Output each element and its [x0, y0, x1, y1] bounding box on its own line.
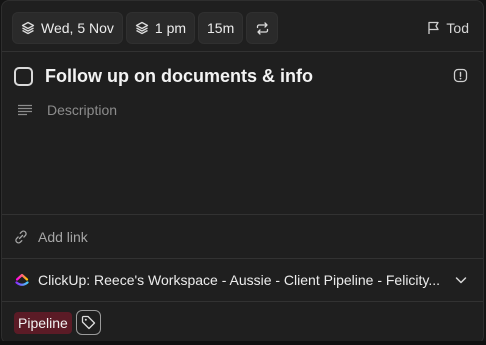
- date-label: Wed, 5 Nov: [41, 20, 114, 36]
- time-button[interactable]: 1 pm: [125, 12, 196, 44]
- info-icon[interactable]: [453, 68, 468, 83]
- chevron-down-icon[interactable]: [454, 273, 468, 287]
- duration-button[interactable]: 15m: [198, 12, 244, 44]
- description-field[interactable]: Description: [2, 100, 483, 120]
- divider: [2, 258, 483, 259]
- task-complete-checkbox[interactable]: [14, 66, 33, 86]
- divider: [2, 51, 483, 52]
- tag-pipeline[interactable]: Pipeline: [14, 311, 72, 334]
- background-strip: [0, 341, 486, 345]
- clickup-logo-icon: [15, 273, 29, 286]
- tag-icon: [81, 315, 95, 330]
- flag-icon: [428, 21, 440, 34]
- task-title-row: Follow up on documents & info: [2, 61, 483, 91]
- repeat-icon: [256, 21, 268, 35]
- task-location-select[interactable]: ClickUp: Reece's Workspace - Aussie - Cl…: [2, 269, 483, 291]
- priority-button[interactable]: Tod: [427, 20, 469, 36]
- layers-icon: [135, 21, 149, 35]
- task-detail-panel: Wed, 5 Nov 1 pm 15m Tod Follow up on doc…: [1, 0, 484, 344]
- add-link-label: Add link: [38, 229, 88, 245]
- task-location-label: ClickUp: Reece's Workspace - Aussie - Cl…: [38, 272, 441, 288]
- task-title[interactable]: Follow up on documents & info: [45, 66, 313, 87]
- link-icon: [15, 230, 27, 244]
- duration-label: 15m: [207, 20, 235, 36]
- repeat-button[interactable]: [246, 12, 279, 44]
- description-lines-icon: [18, 104, 32, 116]
- divider: [2, 301, 483, 302]
- description-placeholder: Description: [47, 102, 118, 118]
- task-toolbar: Wed, 5 Nov 1 pm 15m Tod: [2, 11, 483, 45]
- add-tag-button[interactable]: [75, 310, 101, 335]
- date-button[interactable]: Wed, 5 Nov: [12, 12, 123, 44]
- divider: [2, 214, 483, 215]
- layers-icon: [21, 21, 35, 35]
- add-link-button[interactable]: Add link: [2, 227, 483, 247]
- time-label: 1 pm: [154, 20, 187, 36]
- priority-label: Tod: [446, 20, 469, 36]
- tags-row: Pipeline: [2, 310, 483, 335]
